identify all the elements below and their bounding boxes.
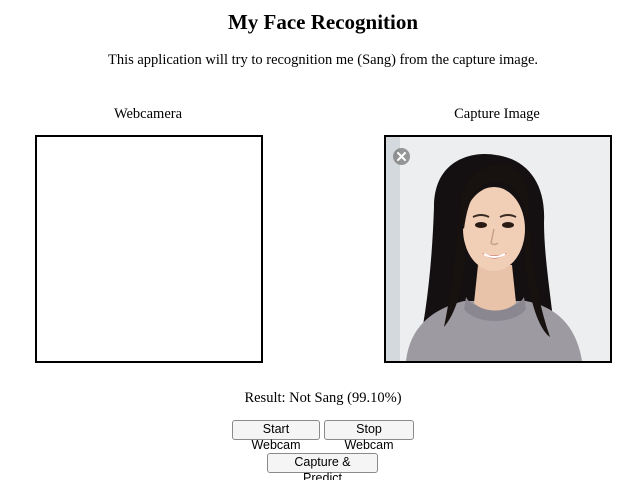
close-circle-icon[interactable] bbox=[393, 148, 410, 165]
result-text: Result: Not Sang (99.10%) bbox=[244, 390, 402, 406]
capture-image-area bbox=[384, 135, 612, 363]
captured-face-photo bbox=[386, 137, 610, 361]
capture-image-label: Capture Image bbox=[454, 106, 540, 122]
stop-webcam-button[interactable]: Stop Webcam bbox=[324, 420, 414, 452]
page-title: My Face Recognition bbox=[227, 10, 419, 34]
capture-predict-button[interactable]: Capture & Predict bbox=[267, 453, 378, 480]
page-description: This application will try to recognition… bbox=[107, 52, 539, 68]
webcam-video-area bbox=[35, 135, 263, 363]
webcam-label: Webcamera bbox=[113, 106, 183, 122]
start-webcam-button[interactable]: Start Webcam bbox=[232, 420, 320, 452]
